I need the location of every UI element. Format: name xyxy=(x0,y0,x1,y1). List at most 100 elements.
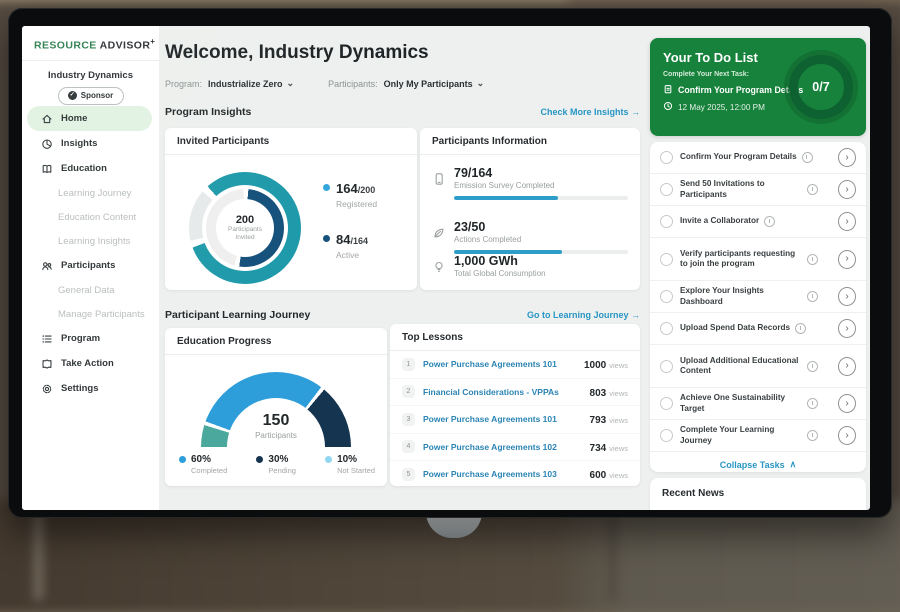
education-progress-card: Education Progress 150 Participants 60% … xyxy=(165,328,387,486)
chevron-right-icon[interactable]: › xyxy=(838,426,856,445)
sidebar-item-settings[interactable]: Settings xyxy=(27,376,152,401)
legend-item-active: 84/164 Active xyxy=(323,231,377,260)
recent-news-title: Recent News xyxy=(650,478,866,509)
task-label: Verify participants requesting to join t… xyxy=(680,249,802,270)
lesson-link[interactable]: Power Purchase Agreements 101 xyxy=(423,414,590,424)
actions-leaf-icon xyxy=(432,226,446,240)
lesson-link[interactable]: Financial Considerations - VPPAs xyxy=(423,387,590,397)
sidebar-item-take-action[interactable]: Take Action xyxy=(27,351,152,376)
task-checkbox[interactable] xyxy=(660,322,673,335)
info-icon xyxy=(807,291,818,302)
task-checkbox[interactable] xyxy=(660,151,673,164)
gauge-center: 150 Participants xyxy=(201,412,351,440)
collapse-label: Collapse Tasks xyxy=(720,460,785,470)
insights-icon xyxy=(41,138,53,150)
chevron-down-icon: ⌄ xyxy=(477,78,485,89)
chevron-right-icon[interactable]: › xyxy=(838,287,856,306)
right-panel: Your To Do List Complete Your Next Task:… xyxy=(650,26,866,510)
logo-resource: RESOURCE xyxy=(34,40,97,52)
chevron-right-icon[interactable]: › xyxy=(838,394,856,413)
task-row[interactable]: Confirm Your Program Details › xyxy=(650,142,866,174)
collapse-tasks-link[interactable]: Collapse Tasks ∧ xyxy=(650,452,866,472)
task-checkbox[interactable] xyxy=(660,429,673,442)
lesson-link[interactable]: Power Purchase Agreements 103 xyxy=(423,469,590,479)
task-row[interactable]: Explore Your Insights Dashboard › xyxy=(650,281,866,313)
lesson-views: 803 xyxy=(590,388,607,399)
task-checkbox[interactable] xyxy=(660,253,673,266)
info-label: Actions Completed xyxy=(454,235,628,244)
chevron-right-icon[interactable]: › xyxy=(838,148,856,167)
lesson-views: 1000 xyxy=(584,360,606,371)
task-row[interactable]: Send 50 Invitations to Participants › xyxy=(650,174,866,206)
gauge-center-value: 150 xyxy=(201,412,351,430)
todo-tasks-card: Confirm Your Program Details › Send 50 I… xyxy=(650,142,866,472)
legend-total: /200 xyxy=(358,185,376,195)
clipboard-icon xyxy=(663,84,673,96)
sidebar-item-education-content[interactable]: Education Content xyxy=(22,205,159,229)
todo-subtitle: Complete Your Next Task: xyxy=(663,71,749,78)
sidebar-item-general-data[interactable]: General Data xyxy=(22,278,159,302)
lesson-views: 734 xyxy=(590,443,607,454)
settings-gear-icon xyxy=(41,383,53,395)
top-lessons-card: Top Lessons 1 Power Purchase Agreements … xyxy=(390,324,640,486)
chevron-right-icon[interactable]: › xyxy=(838,319,856,338)
views-suffix: views xyxy=(609,471,628,480)
check-more-insights-link[interactable]: Check More Insights → xyxy=(540,107,640,117)
sidebar-item-learning-insights[interactable]: Learning Insights xyxy=(22,229,159,253)
lesson-rank: 3 xyxy=(402,413,415,426)
legend-label: Registered xyxy=(336,199,377,209)
legend-dot xyxy=(256,456,263,463)
sidebar-nav: Home Insights Education Learning Journey… xyxy=(22,106,159,401)
task-row[interactable]: Upload Additional Educational Content › xyxy=(650,345,866,388)
info-value: 23/50 xyxy=(454,220,628,234)
sidebar-item-home[interactable]: Home xyxy=(27,106,152,131)
sidebar-item-insights[interactable]: Insights xyxy=(27,131,152,156)
sidebar-item-learning-journey[interactable]: Learning Journey xyxy=(22,181,159,205)
sidebar-item-label: Manage Participants xyxy=(58,309,145,320)
legend-dot xyxy=(325,456,332,463)
task-label: Upload Additional Educational Content xyxy=(680,356,802,377)
task-row[interactable]: Upload Spend Data Records › xyxy=(650,313,866,345)
task-row[interactable]: Achieve One Sustainability Target › xyxy=(650,388,866,420)
lesson-link[interactable]: Power Purchase Agreements 102 xyxy=(423,442,590,452)
participants-information-card: Participants Information 79/164 Emission… xyxy=(420,128,640,290)
arrow-right-icon: → xyxy=(631,107,640,117)
sidebar-item-program[interactable]: Program xyxy=(27,326,152,351)
task-checkbox[interactable] xyxy=(660,360,673,373)
gauge-legend: 60% Completed 30% Pending xyxy=(179,454,375,475)
sponsor-icon: ✓ xyxy=(68,91,77,100)
lesson-row: 1 Power Purchase Agreements 101 1000view… xyxy=(390,351,640,379)
task-label: Achieve One Sustainability Target xyxy=(680,393,802,414)
views-suffix: views xyxy=(609,361,628,370)
program-dropdown-value: Industrialize Zero xyxy=(208,79,283,89)
task-row[interactable]: Invite a Collaborator › xyxy=(650,206,866,238)
chevron-right-icon[interactable]: › xyxy=(838,212,856,231)
sidebar: RESOURCE ADVISOR+ Industry Dynamics ✓ Sp… xyxy=(22,26,159,510)
sidebar-item-education[interactable]: Education xyxy=(27,156,152,181)
task-row[interactable]: Verify participants requesting to join t… xyxy=(650,238,866,281)
participants-icon xyxy=(41,260,53,272)
main-content: Welcome, Industry Dynamics Program: Indu… xyxy=(165,26,647,510)
task-checkbox[interactable] xyxy=(660,215,673,228)
legend-percent: 10% xyxy=(337,454,375,465)
views-suffix: views xyxy=(609,444,628,453)
task-checkbox[interactable] xyxy=(660,397,673,410)
go-to-learning-journey-link[interactable]: Go to Learning Journey → xyxy=(527,310,640,320)
task-row[interactable]: Complete Your Learning Journey › xyxy=(650,420,866,452)
chevron-right-icon[interactable]: › xyxy=(838,180,856,199)
card-title: Participants Information xyxy=(420,128,640,155)
legend-value: 84 xyxy=(336,232,350,247)
sidebar-item-participants[interactable]: Participants xyxy=(27,253,152,278)
program-list-icon xyxy=(41,333,53,345)
participants-dropdown-value: Only My Participants xyxy=(384,79,473,89)
sidebar-item-manage-participants[interactable]: Manage Participants xyxy=(22,302,159,326)
lesson-rank: 5 xyxy=(402,468,415,481)
lesson-link[interactable]: Power Purchase Agreements 101 xyxy=(423,359,584,369)
task-checkbox[interactable] xyxy=(660,290,673,303)
chevron-right-icon[interactable]: › xyxy=(838,250,856,269)
chevron-right-icon[interactable]: › xyxy=(838,357,856,376)
program-dropdown[interactable]: Industrialize Zero ⌄ xyxy=(208,78,294,89)
take-action-icon xyxy=(41,358,53,370)
task-checkbox[interactable] xyxy=(660,183,673,196)
participants-dropdown[interactable]: Only My Participants ⌄ xyxy=(384,78,485,89)
